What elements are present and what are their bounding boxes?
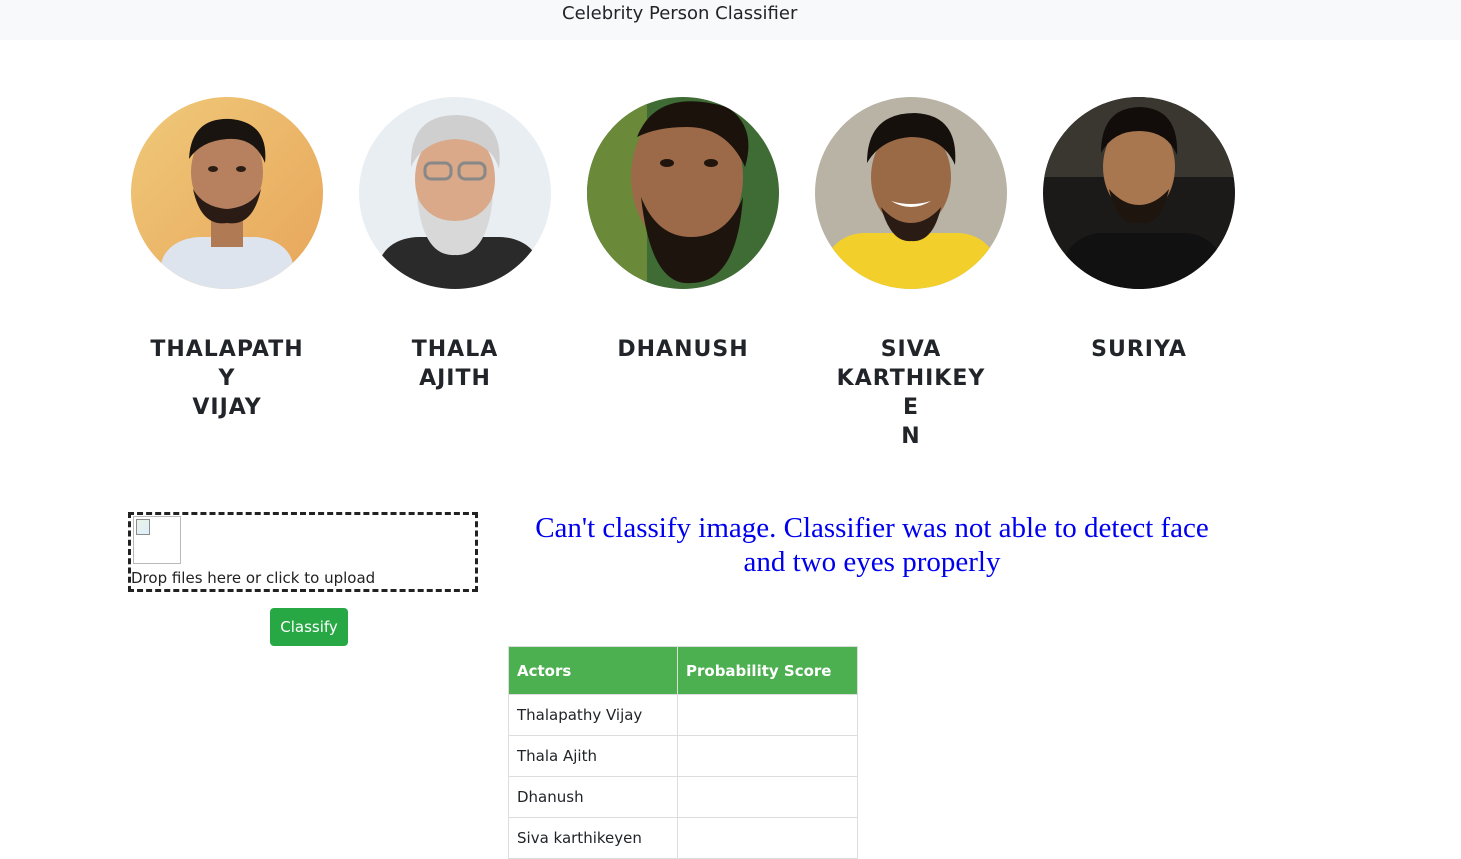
column-header-actors: Actors bbox=[508, 646, 678, 695]
card-suriya: SURIYA bbox=[1043, 97, 1235, 364]
siva-karthikeyen-photo bbox=[815, 97, 1007, 289]
table-row: Siva karthikeyen bbox=[508, 817, 858, 859]
navbar: Celebrity Person Classifier bbox=[0, 0, 1461, 40]
celebrity-name: THALA AJITH bbox=[411, 337, 499, 391]
score-cell bbox=[677, 735, 858, 777]
thala-ajith-photo bbox=[359, 97, 551, 289]
table-row: Thalapathy Vijay bbox=[508, 694, 858, 736]
score-cell bbox=[677, 776, 858, 818]
dropzone-label: Drop files here or click to upload bbox=[131, 569, 376, 587]
file-dropzone[interactable]: Drop files here or click to upload bbox=[128, 512, 478, 592]
results-table: Actors Probability Score Thalapathy Vija… bbox=[508, 646, 858, 859]
card-siva-karthikeyen: SIVA KARTHIKEYE N bbox=[815, 97, 1007, 451]
table-row: Dhanush bbox=[508, 776, 858, 818]
score-cell bbox=[677, 694, 858, 736]
celebrity-name: SIVA KARTHIKEYE N bbox=[836, 337, 986, 449]
score-cell bbox=[677, 817, 858, 859]
thalapathy-vijay-photo bbox=[131, 97, 323, 289]
card-dhanush: DHANUSH bbox=[587, 97, 779, 364]
table-row: Thala Ajith bbox=[508, 735, 858, 777]
actor-cell: Thala Ajith bbox=[508, 735, 678, 777]
celebrity-name: SURIYA bbox=[1091, 337, 1187, 362]
actor-cell: Siva karthikeyen bbox=[508, 817, 678, 859]
actor-cell: Thalapathy Vijay bbox=[508, 694, 678, 736]
column-header-probability: Probability Score bbox=[677, 646, 858, 695]
card-thala-ajith: THALA AJITH bbox=[359, 97, 551, 393]
dhanush-photo bbox=[587, 97, 779, 289]
celebrity-name: THALAPATHY VIJAY bbox=[150, 337, 304, 420]
classify-button[interactable]: Classify bbox=[270, 608, 348, 646]
suriya-photo bbox=[1043, 97, 1235, 289]
broken-image-icon bbox=[133, 516, 181, 564]
card-thalapathy-vijay: THALAPATHY VIJAY bbox=[131, 97, 323, 422]
actor-cell: Dhanush bbox=[508, 776, 678, 818]
error-message: Can't classify image. Classifier was not… bbox=[535, 512, 1209, 578]
celebrity-name: DHANUSH bbox=[617, 337, 749, 362]
table-header-row: Actors Probability Score bbox=[508, 646, 858, 695]
page-title: Celebrity Person Classifier bbox=[562, 3, 798, 24]
